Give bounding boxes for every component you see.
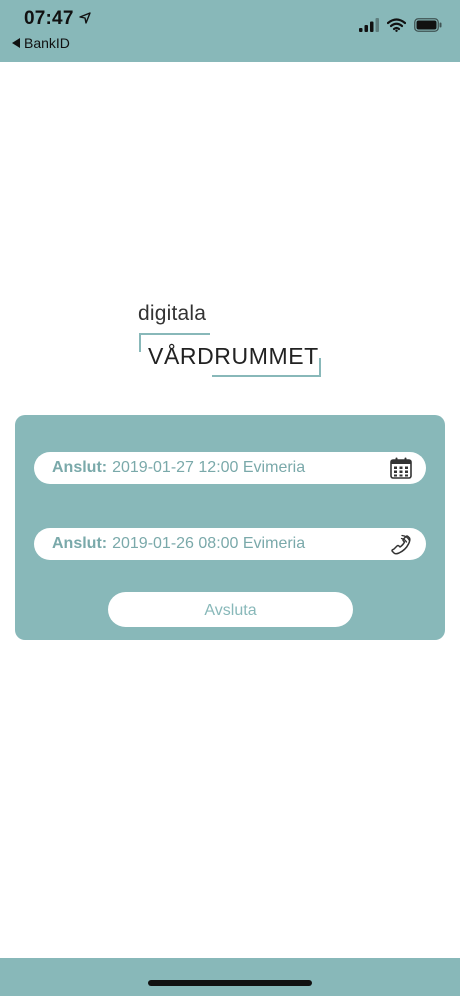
bottom-bar	[0, 958, 460, 996]
appointment-connect-label: Anslut:	[52, 535, 108, 552]
appointment-connect-button[interactable]: Anslut: 2019-01-26 08:00 Evimeria	[34, 528, 426, 560]
logo-text-vardrummet: VÅRDRUMMET	[148, 343, 319, 369]
back-app-label: BankID	[24, 35, 70, 51]
end-session-button[interactable]: Avsluta	[108, 592, 353, 627]
status-bar: 07:47 BankID	[0, 0, 460, 62]
status-icons	[359, 18, 442, 32]
signal-icon	[359, 18, 379, 32]
calendar-icon	[390, 457, 412, 479]
wifi-icon	[387, 18, 406, 32]
status-time: 07:47	[24, 8, 74, 29]
appointment-datetime: 2019-01-26 08:00 Evimeria	[112, 535, 306, 552]
appointment-connect-button[interactable]: Anslut: 2019-01-27 12:00 Evimeria	[34, 452, 426, 484]
home-indicator[interactable]	[148, 980, 312, 986]
appointment-datetime: 2019-01-27 12:00 Evimeria	[112, 459, 306, 476]
battery-icon	[414, 18, 442, 32]
appointments-panel: Anslut: 2019-01-27 12:00 Evimeria Anslut…	[15, 415, 445, 640]
appointment-connect-label: Anslut:	[52, 459, 108, 476]
location-arrow-icon	[79, 12, 91, 24]
phone-icon	[391, 534, 411, 555]
logo-text-digitala: digitala	[138, 302, 207, 325]
app-logo: digitala VÅRDRUMMET	[138, 302, 328, 382]
back-to-app-link[interactable]: BankID	[12, 35, 70, 51]
back-arrow-icon	[12, 38, 20, 48]
